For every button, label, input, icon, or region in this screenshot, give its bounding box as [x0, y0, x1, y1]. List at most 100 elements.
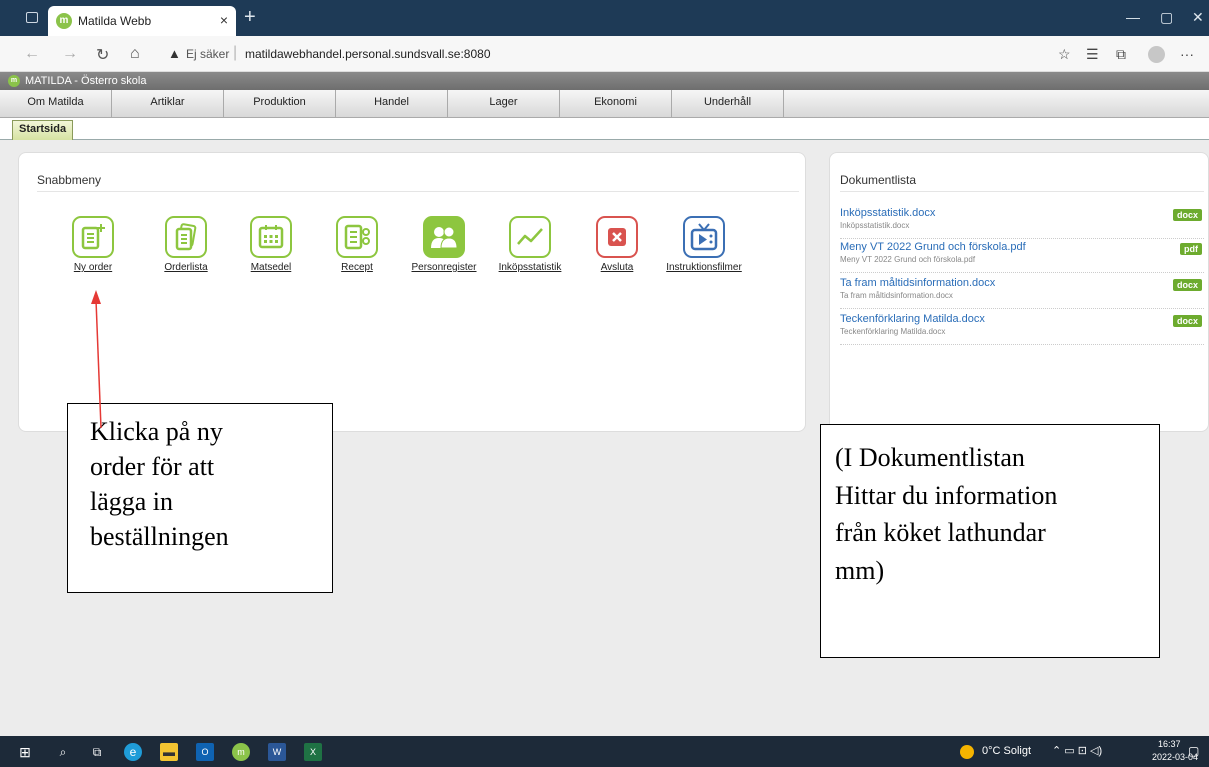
quick-label[interactable]: Avsluta	[572, 262, 662, 273]
notification-icon[interactable]: ▢	[1188, 744, 1199, 758]
quick-instruktionsfilmer[interactable]: Instruktionsfilmer	[659, 216, 749, 273]
quick-personregister[interactable]: Personregister	[399, 216, 489, 273]
callout-line: beställningen	[90, 522, 229, 552]
browser-tab[interactable]: m Matilda Webb ×	[48, 6, 236, 36]
callout-line: lägga in	[90, 487, 174, 517]
new-tab-button[interactable]: +	[244, 6, 256, 29]
minimize-icon[interactable]: —	[1126, 9, 1140, 25]
document-row[interactable]: Ta fram måltidsinformation.docx Ta fram …	[840, 277, 1204, 309]
reload-icon[interactable]: ↻	[96, 45, 109, 65]
forward-icon[interactable]: →	[62, 45, 78, 63]
tab-startsida[interactable]: Startsida	[12, 120, 74, 140]
document-link[interactable]: Meny VT 2022 Grund och förskola.pdf	[840, 241, 1026, 253]
home-icon[interactable]: ⌂	[130, 45, 140, 63]
order-list-icon[interactable]	[165, 216, 207, 258]
edge-icon[interactable]: e	[124, 743, 142, 761]
snabbmeny-title: Snabbmeny	[37, 173, 102, 187]
document-row[interactable]: Inköpsstatistik.docx Inköpsstatistik.doc…	[840, 207, 1204, 239]
tv-icon[interactable]	[683, 216, 725, 258]
divider	[840, 191, 1204, 192]
address-bar: ← → ↻ ⌂ ▲ Ej säker | matildawebhandel.pe…	[0, 36, 1209, 72]
url-field[interactable]: matildawebhandel.personal.sundsvall.se:8…	[245, 47, 491, 61]
menu-om-matilda[interactable]: Om Matilda	[0, 90, 112, 118]
page-tab-strip: Startsida	[0, 118, 1209, 140]
clock-time[interactable]: 16:37	[1158, 739, 1181, 749]
tab-title: Matilda Webb	[78, 14, 152, 28]
browser-tab-bar: m Matilda Webb × + — ▢ ✕	[0, 0, 1209, 36]
quick-ny-order[interactable]: Ny order	[48, 216, 138, 273]
quick-label[interactable]: Orderlista	[141, 262, 231, 273]
quick-matsedel[interactable]: Matsedel	[226, 216, 316, 273]
address-separator: |	[233, 44, 238, 61]
file-type-badge: docx	[1172, 279, 1202, 291]
task-view-icon[interactable]: ⧉	[88, 743, 106, 761]
dokumentlista-panel: Dokumentlista Inköpsstatistik.docx Inköp…	[829, 152, 1209, 432]
window-close-icon[interactable]: ✕	[1192, 9, 1204, 26]
close-icon[interactable]	[596, 216, 638, 258]
word-icon[interactable]: W	[268, 743, 286, 761]
quick-label[interactable]: Matsedel	[226, 262, 316, 273]
callout-line: (I Dokumentlistan	[835, 443, 1025, 472]
security-label[interactable]: Ej säker	[186, 47, 229, 61]
people-icon[interactable]	[423, 216, 465, 258]
system-tray-icons[interactable]: ⌃ ▭ ⊡ ◁)	[1052, 744, 1102, 757]
quick-avsluta[interactable]: Avsluta	[572, 216, 662, 273]
document-link[interactable]: Teckenförklaring Matilda.docx	[840, 313, 985, 325]
app-title: MATILDA - Österro skola	[25, 75, 147, 87]
quick-inkopsstatistik[interactable]: Inköpsstatistik	[485, 216, 575, 273]
file-explorer-icon[interactable]: ▬	[160, 743, 178, 761]
callout-line: Klicka på ny	[90, 417, 223, 446]
document-filename: Inköpsstatistik.docx	[840, 221, 910, 230]
windows-start-icon[interactable]: ⊞	[16, 743, 34, 761]
calendar-icon[interactable]	[250, 216, 292, 258]
maximize-icon[interactable]: ▢	[1160, 9, 1173, 26]
menu-underhall[interactable]: Underhåll	[672, 90, 784, 118]
callout-line: från köket lathundar	[835, 518, 1046, 548]
more-menu-icon[interactable]: ···	[1180, 46, 1194, 62]
quick-recept[interactable]: Recept	[312, 216, 402, 273]
favorite-star-icon[interactable]: ☆	[1058, 46, 1071, 63]
quick-label[interactable]: Ny order	[48, 262, 138, 273]
chart-icon[interactable]	[509, 216, 551, 258]
file-type-badge: pdf	[1180, 243, 1202, 255]
document-filename: Teckenförklaring Matilda.docx	[840, 327, 946, 336]
tab-actions-icon[interactable]	[26, 12, 38, 23]
menu-produktion[interactable]: Produktion	[224, 90, 336, 118]
callout-line: mm)	[835, 556, 885, 586]
menu-lager[interactable]: Lager	[448, 90, 560, 118]
new-order-icon[interactable]	[72, 216, 114, 258]
matilda-app-icon[interactable]: m	[232, 743, 250, 761]
warning-icon[interactable]: ▲	[168, 46, 181, 61]
search-icon[interactable]: ⌕	[54, 743, 72, 761]
divider	[37, 191, 799, 192]
document-row[interactable]: Teckenförklaring Matilda.docx Teckenförk…	[840, 313, 1204, 345]
app-header: m MATILDA - Österro skola	[0, 72, 1209, 90]
excel-icon[interactable]: X	[304, 743, 322, 761]
outlook-icon[interactable]: O	[196, 743, 214, 761]
tab-close-icon[interactable]: ×	[220, 12, 228, 28]
file-type-badge: docx	[1172, 315, 1202, 327]
menu-handel[interactable]: Handel	[336, 90, 448, 118]
document-filename: Ta fram måltidsinformation.docx	[840, 291, 953, 300]
annotation-callout-right: (I Dokumentlistan Hittar du information …	[820, 424, 1160, 658]
weather-sun-icon[interactable]	[960, 745, 974, 759]
quick-orderlista[interactable]: Orderlista	[141, 216, 231, 273]
document-filename: Meny VT 2022 Grund och förskola.pdf	[840, 255, 976, 264]
menu-artiklar[interactable]: Artiklar	[112, 90, 224, 118]
quick-label[interactable]: Instruktionsfilmer	[659, 262, 749, 273]
profile-avatar[interactable]	[1148, 46, 1165, 63]
document-row[interactable]: Meny VT 2022 Grund och förskola.pdf Meny…	[840, 241, 1204, 273]
document-link[interactable]: Inköpsstatistik.docx	[840, 207, 935, 219]
recipe-icon[interactable]	[336, 216, 378, 258]
snabbmeny-panel: Snabbmeny Ny order Orderlista Matsedel R…	[18, 152, 806, 432]
quick-label[interactable]: Inköpsstatistik	[485, 262, 575, 273]
quick-label[interactable]: Recept	[312, 262, 402, 273]
annotation-callout-left: Klicka på ny order för att lägga in best…	[67, 403, 333, 593]
weather-text[interactable]: 0°C Soligt	[982, 745, 1031, 757]
document-link[interactable]: Ta fram måltidsinformation.docx	[840, 277, 995, 289]
back-icon[interactable]: ←	[24, 45, 40, 63]
favorites-list-icon[interactable]: ☰	[1086, 46, 1099, 63]
collections-icon[interactable]: ⧉	[1116, 46, 1126, 63]
menu-ekonomi[interactable]: Ekonomi	[560, 90, 672, 118]
quick-label[interactable]: Personregister	[399, 262, 489, 273]
